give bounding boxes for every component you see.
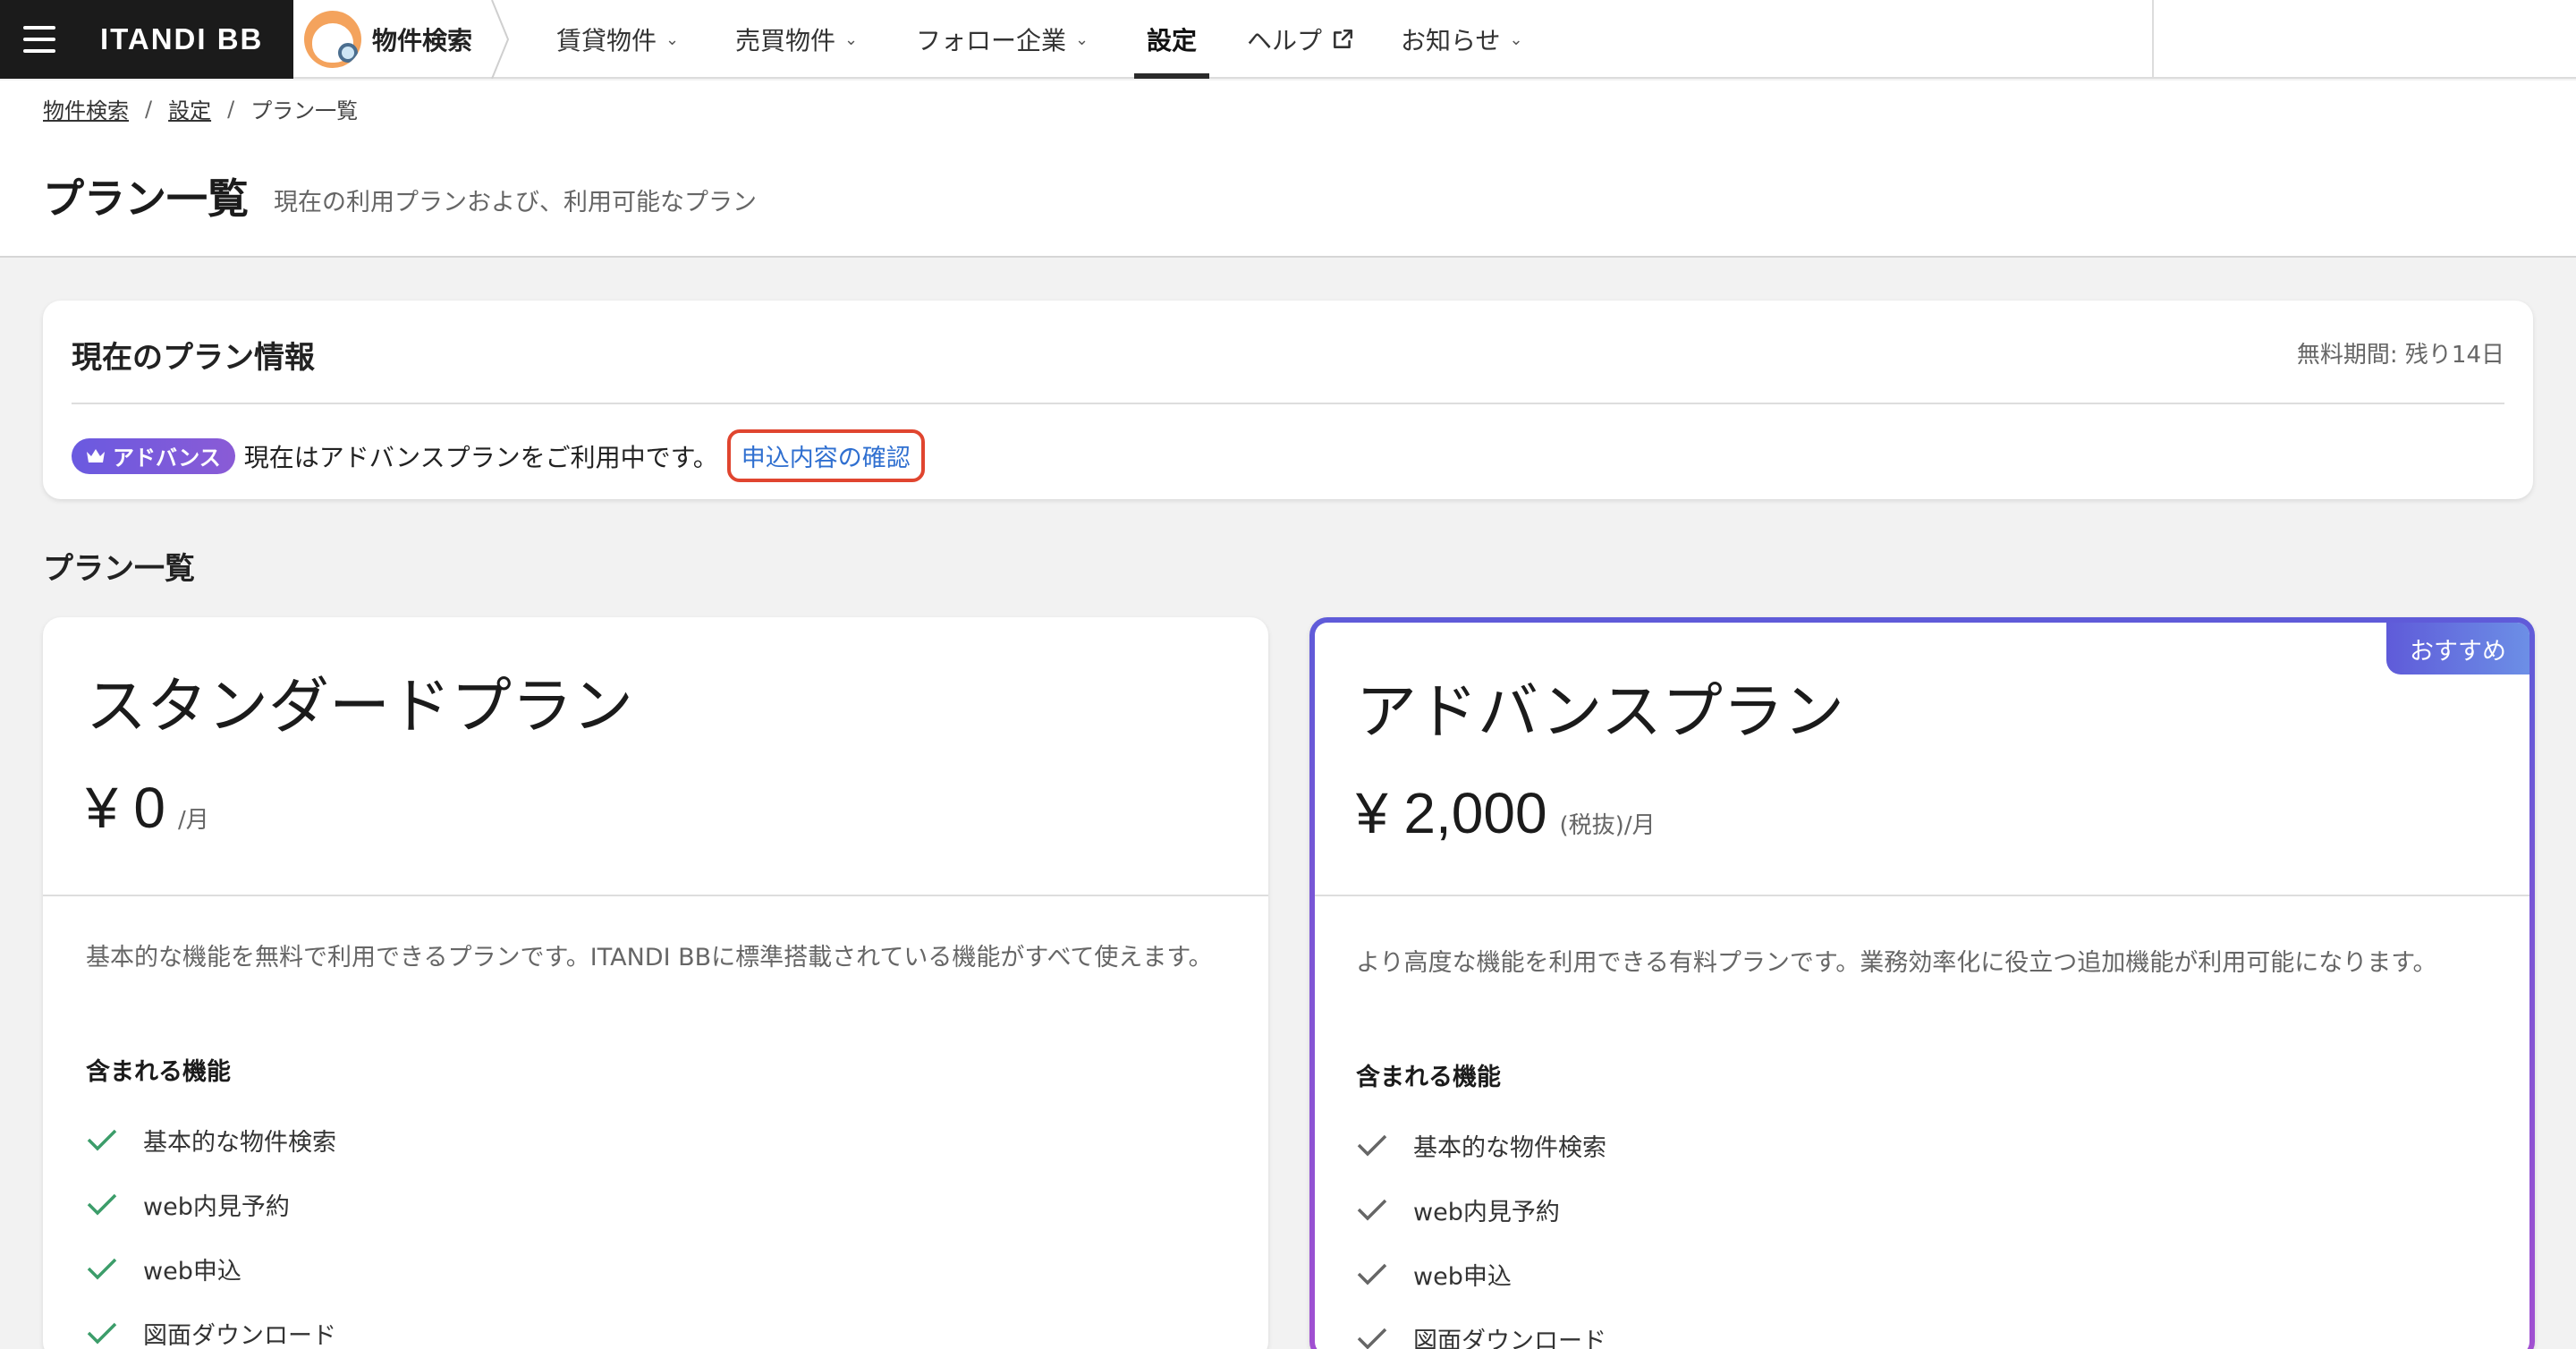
plan-price-unit: /月: [177, 807, 209, 834]
plan-description: より高度な機能を利用できる有料プランです。業務効率化に役立つ追加機能が利用可能に…: [1356, 949, 2437, 977]
nav-help-label: ヘルプ: [1247, 26, 1323, 55]
plan-price-amount: ¥ 2,000: [1356, 781, 1547, 845]
current-plan-message: 現在はアドバンスプランをご利用中です。: [243, 442, 718, 472]
feature-list: 基本的な物件検索 web内見予約 web申込 図面ダウンロード: [86, 1107, 336, 1349]
plan-badge: アドバンス: [72, 437, 235, 474]
check-icon: [87, 1258, 117, 1280]
chevron-down-icon: ⌄: [1075, 30, 1089, 49]
trial-remaining: 無料期間: 残り14日: [2296, 342, 2504, 369]
chevron-down-icon: ⌄: [665, 30, 680, 49]
nav-settings-label: 設定: [1147, 26, 1198, 55]
mascot-avatar-icon: [304, 11, 361, 68]
list-item: 図面ダウンロード: [1356, 1306, 1606, 1349]
nav-settings[interactable]: 設定: [1134, 0, 1210, 79]
nav-followed-companies[interactable]: フォロー企業 ⌄: [916, 0, 1089, 79]
plan-divider: [1315, 895, 2529, 896]
list-item: web申込: [86, 1236, 336, 1301]
feature-list: 基本的な物件検索 web内見予約 web申込 図面ダウンロード: [1356, 1113, 1606, 1349]
menu-icon[interactable]: [0, 0, 79, 79]
crown-icon: [87, 448, 105, 462]
features-heading: 含まれる機能: [1356, 1064, 1501, 1091]
top-navigation-bar: ITANDI BB 物件検索 賃貸物件 ⌄ 売買物件 ⌄ フォロー企業 ⌄ 設定…: [0, 0, 2576, 79]
list-item: 基本的な物件検索: [1356, 1113, 1606, 1177]
check-icon: [87, 1193, 117, 1216]
current-plan-card: 現在のプラン情報 無料期間: 残り14日 アドバンス 現在はアドバンスプランをご…: [43, 301, 2533, 499]
plan-price-unit: (税抜)/月: [1559, 812, 1656, 839]
breadcrumb-property-search[interactable]: 物件検索: [43, 93, 129, 124]
list-item: web内見予約: [1356, 1177, 1606, 1242]
plan-badge-label: アドバンス: [113, 445, 221, 471]
feature-label: web内見予約: [143, 1192, 290, 1221]
chevron-down-icon: ⌄: [844, 30, 859, 49]
standard-plan-card: スタンダードプラン ¥ 0 /月 基本的な機能を無料で利用できるプランです。IT…: [43, 617, 1268, 1349]
check-icon: [87, 1129, 117, 1151]
check-icon: [1357, 1134, 1387, 1157]
check-icon: [1357, 1263, 1387, 1285]
plan-description: 基本的な機能を無料で利用できるプランです。ITANDI BBに標準搭載されている…: [86, 944, 1213, 971]
chevron-down-icon: ⌄: [1509, 30, 1523, 49]
breadcrumb-separator: /: [227, 96, 235, 122]
nav-rental-label: 賃貸物件: [556, 26, 657, 55]
plan-name: アドバンスプラン: [1356, 677, 1845, 748]
brand-logo[interactable]: ITANDI BB: [79, 0, 293, 79]
property-search-nav[interactable]: 物件検索: [293, 0, 510, 79]
feature-label: 図面ダウンロード: [143, 1321, 336, 1349]
feature-label: web申込: [143, 1257, 242, 1285]
nav-divider: [2152, 0, 2154, 79]
check-icon: [1357, 1328, 1387, 1349]
property-search-label: 物件検索: [372, 26, 473, 55]
check-icon: [87, 1322, 117, 1345]
feature-label: 図面ダウンロード: [1413, 1327, 1606, 1349]
nav-sale-label: 売買物件: [735, 26, 836, 55]
breadcrumb-arrow-icon: [491, 0, 510, 79]
breadcrumb: 物件検索 / 設定 / プラン一覧: [43, 93, 358, 124]
breadcrumb-current: プラン一覧: [250, 98, 359, 123]
card-divider: [72, 403, 2504, 404]
check-icon: [1357, 1199, 1387, 1221]
features-heading: 含まれる機能: [86, 1058, 231, 1086]
page-header: 物件検索 / 設定 / プラン一覧 プラン一覧 現在の利用プランおよび、利用可能…: [0, 81, 2576, 258]
list-item: web申込: [1356, 1242, 1606, 1306]
current-plan-title: 現在のプラン情報: [72, 340, 315, 376]
advance-plan-card: おすすめ アドバンスプラン ¥ 2,000 (税抜)/月 より高度な機能を利用で…: [1309, 617, 2535, 1349]
nav-notifications[interactable]: お知らせ ⌄: [1401, 0, 1523, 79]
breadcrumb-settings[interactable]: 設定: [168, 93, 211, 124]
plan-name: スタンダードプラン: [86, 672, 634, 742]
list-item: 図面ダウンロード: [86, 1301, 336, 1349]
nav-notice-label: お知らせ: [1401, 26, 1501, 55]
feature-label: web内見予約: [1413, 1198, 1560, 1226]
breadcrumb-separator: /: [145, 96, 153, 122]
feature-label: 基本的な物件検索: [143, 1128, 336, 1157]
nav-rental-properties[interactable]: 賃貸物件 ⌄: [556, 0, 679, 79]
application-details-link[interactable]: 申込内容の確認: [726, 429, 925, 482]
list-item: web内見予約: [86, 1172, 336, 1236]
current-plan-row: アドバンス 現在はアドバンスプランをご利用中です。 申込内容の確認: [72, 429, 925, 482]
plan-divider: [43, 895, 1268, 896]
page-title: プラン一覧: [43, 174, 249, 223]
feature-label: 基本的な物件検索: [1413, 1133, 1606, 1162]
external-link-icon: [1334, 29, 1353, 48]
list-item: 基本的な物件検索: [86, 1107, 336, 1172]
page-subtitle: 現在の利用プランおよび、利用可能なプラン: [274, 189, 757, 216]
plan-price-amount: ¥ 0: [86, 776, 165, 840]
recommended-badge: おすすめ: [2386, 623, 2529, 674]
feature-label: web申込: [1413, 1262, 1512, 1291]
nav-sale-properties[interactable]: 売買物件 ⌄: [735, 0, 858, 79]
plan-price: ¥ 0 /月: [86, 775, 209, 841]
plan-price: ¥ 2,000 (税抜)/月: [1356, 780, 1656, 846]
nav-follow-label: フォロー企業: [916, 26, 1067, 55]
plan-list-title: プラン一覧: [43, 551, 195, 587]
nav-help[interactable]: ヘルプ: [1247, 0, 1354, 79]
